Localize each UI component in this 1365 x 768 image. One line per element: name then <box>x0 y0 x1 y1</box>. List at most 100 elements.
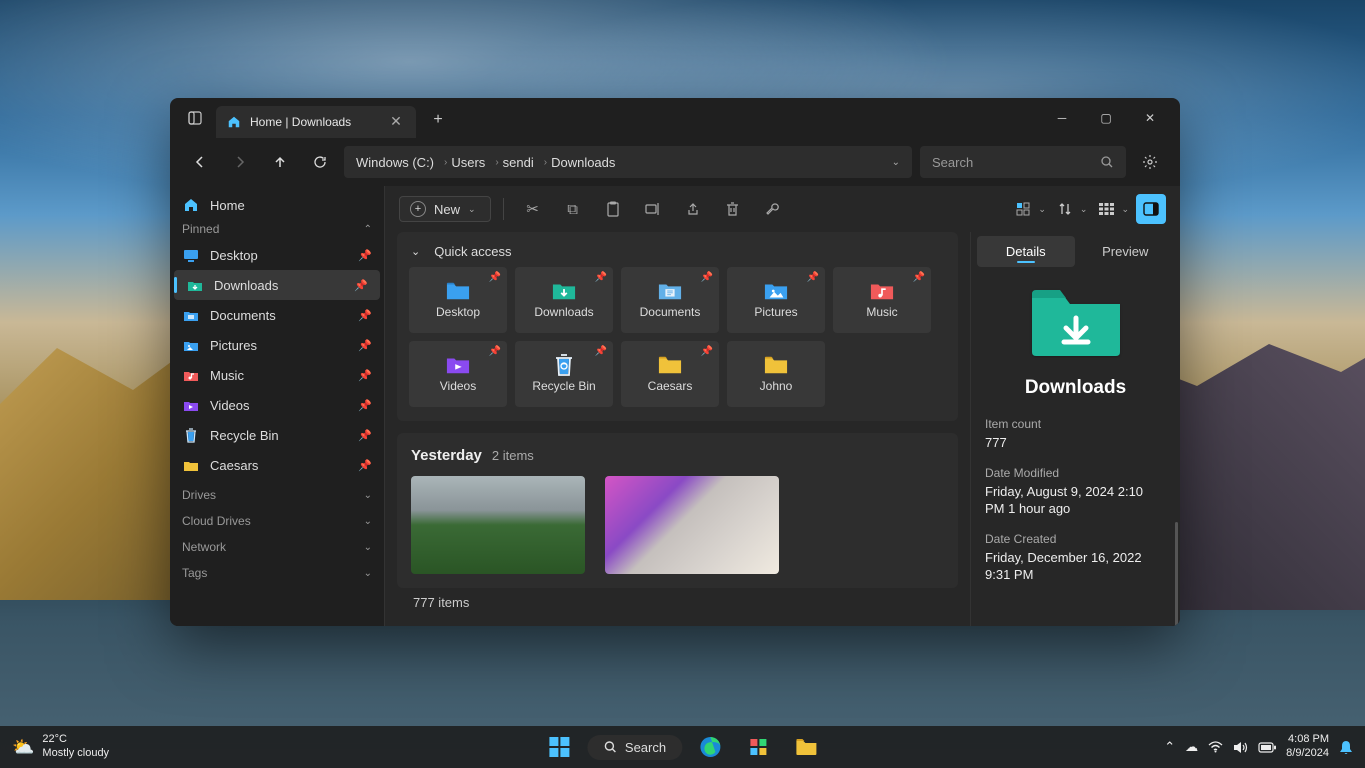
settings-button[interactable] <box>1134 146 1166 178</box>
quick-access-downloads[interactable]: 📌Downloads <box>515 267 613 333</box>
file-thumbnail[interactable] <box>605 476 779 574</box>
folder-icon <box>182 336 200 354</box>
sidebar-item-label: Caesars <box>210 458 258 473</box>
pin-icon[interactable]: 📌 <box>489 346 501 357</box>
details-pane-toggle[interactable] <box>1136 194 1166 224</box>
detail-value: Friday, December 16, 2022 9:31 PM <box>985 549 1166 584</box>
taskbar-search[interactable]: Search <box>587 735 682 760</box>
chevron-down-icon: ⌄ <box>364 542 372 553</box>
pin-icon[interactable]: 📌 <box>913 272 925 283</box>
tab-downloads[interactable]: Home | Downloads ✕ <box>216 106 416 138</box>
cut-button[interactable]: ✂ <box>516 193 550 225</box>
select-button[interactable] <box>1011 193 1035 225</box>
quick-access-music[interactable]: 📌Music <box>833 267 931 333</box>
pin-icon[interactable]: 📌 <box>595 272 607 283</box>
pin-icon[interactable]: 📌 <box>358 429 372 442</box>
new-tab-button[interactable]: + <box>424 111 452 129</box>
tab-actions-icon[interactable] <box>178 102 212 134</box>
quick-access-videos[interactable]: 📌Videos <box>409 341 507 407</box>
pin-icon[interactable]: 📌 <box>358 339 372 352</box>
minimize-button[interactable]: ─ <box>1040 102 1084 134</box>
titlebar[interactable]: Home | Downloads ✕ + ─ ▢ ✕ <box>170 98 1180 138</box>
system-tray: ⌃ ☁ 4:08 PM 8/9/2024 <box>1164 733 1353 761</box>
sidebar-item-caesars[interactable]: Caesars 📌 <box>170 450 384 480</box>
tray-battery-icon[interactable] <box>1258 742 1276 753</box>
sidebar-section-pinned[interactable]: Pinned ⌃ <box>170 220 384 240</box>
pin-icon[interactable]: 📌 <box>358 399 372 412</box>
sidebar-item-documents[interactable]: Documents📌 <box>170 300 384 330</box>
pin-icon[interactable]: 📌 <box>701 346 713 357</box>
sidebar-item-downloads[interactable]: Downloads📌 <box>174 270 380 300</box>
breadcrumb-segment[interactable]: Users <box>451 155 485 170</box>
up-button[interactable] <box>264 146 296 178</box>
chevron-down-icon[interactable]: ⌄ <box>1038 204 1046 215</box>
maximize-button[interactable]: ▢ <box>1084 102 1128 134</box>
breadcrumb-segment[interactable]: sendi <box>503 155 534 170</box>
quick-access-recycle-bin[interactable]: 📌Recycle Bin <box>515 341 613 407</box>
taskbar-edge-icon[interactable] <box>690 730 730 764</box>
folder-icon <box>1028 287 1124 359</box>
pin-icon[interactable]: 📌 <box>358 249 372 262</box>
chevron-down-icon[interactable]: ⌄ <box>892 157 900 168</box>
quick-access-johno[interactable]: Johno <box>727 341 825 407</box>
pin-icon[interactable]: 📌 <box>807 272 819 283</box>
chevron-down-icon[interactable]: ⌄ <box>1080 204 1088 215</box>
pin-icon[interactable]: 📌 <box>358 309 372 322</box>
file-thumbnail[interactable] <box>411 476 585 574</box>
sidebar-home[interactable]: Home <box>170 190 384 220</box>
search-input[interactable]: Search <box>920 146 1126 178</box>
quick-access-desktop[interactable]: 📌Desktop <box>409 267 507 333</box>
tray-volume-icon[interactable] <box>1233 741 1248 754</box>
start-button[interactable] <box>539 730 579 764</box>
sidebar-item-music[interactable]: Music📌 <box>170 360 384 390</box>
share-button[interactable] <box>676 193 710 225</box>
weather-cond: Mostly cloudy <box>42 747 109 761</box>
forward-button[interactable] <box>224 146 256 178</box>
paste-button[interactable] <box>596 193 630 225</box>
tab-details[interactable]: Details <box>977 236 1075 267</box>
breadcrumb-segment[interactable]: Downloads <box>551 155 615 170</box>
sidebar-item-desktop[interactable]: Desktop📌 <box>170 240 384 270</box>
quick-access-pictures[interactable]: 📌Pictures <box>727 267 825 333</box>
tray-notifications-icon[interactable] <box>1339 740 1353 755</box>
delete-button[interactable] <box>716 193 750 225</box>
pin-icon[interactable]: 📌 <box>595 346 607 357</box>
new-button[interactable]: + New ⌄ <box>399 196 491 222</box>
close-tab-icon[interactable]: ✕ <box>386 113 406 130</box>
copy-button[interactable]: ⧉ <box>556 193 590 225</box>
pin-icon[interactable]: 📌 <box>358 369 372 382</box>
rename-button[interactable] <box>636 193 670 225</box>
close-button[interactable]: ✕ <box>1128 102 1172 134</box>
sidebar-section-network[interactable]: Network⌄ <box>170 532 384 558</box>
sidebar-item-recycle-bin[interactable]: Recycle Bin📌 <box>170 420 384 450</box>
tray-chevron-icon[interactable]: ⌃ <box>1164 739 1175 755</box>
pin-icon[interactable]: 📌 <box>701 272 713 283</box>
sidebar-section-drives[interactable]: Drives⌄ <box>170 480 384 506</box>
quick-access-caesars[interactable]: 📌Caesars <box>621 341 719 407</box>
pin-icon[interactable]: 📌 <box>354 279 368 292</box>
taskbar-clock[interactable]: 4:08 PM 8/9/2024 <box>1286 733 1329 761</box>
sidebar-section-tags[interactable]: Tags⌄ <box>170 558 384 584</box>
sidebar-item-videos[interactable]: Videos📌 <box>170 390 384 420</box>
quick-access-header[interactable]: ⌄ Quick access <box>409 240 946 267</box>
weather-widget[interactable]: ⛅ 22°C Mostly cloudy <box>12 733 109 761</box>
taskbar-app-icon[interactable] <box>738 730 778 764</box>
quick-access-documents[interactable]: 📌Documents <box>621 267 719 333</box>
properties-button[interactable] <box>756 193 790 225</box>
sort-button[interactable] <box>1053 193 1077 225</box>
tray-wifi-icon[interactable] <box>1208 741 1223 753</box>
sidebar-section-cloud-drives[interactable]: Cloud Drives⌄ <box>170 506 384 532</box>
back-button[interactable] <box>184 146 216 178</box>
tab-preview[interactable]: Preview <box>1077 236 1175 267</box>
chevron-down-icon[interactable]: ⌄ <box>1121 204 1129 215</box>
refresh-button[interactable] <box>304 146 336 178</box>
tray-onedrive-icon[interactable]: ☁ <box>1185 739 1198 755</box>
breadcrumb[interactable]: Windows (C:)› Users› sendi› Downloads ⌄ <box>344 146 912 178</box>
taskbar-explorer-icon[interactable] <box>786 730 826 764</box>
breadcrumb-segment[interactable]: Windows (C:) <box>356 155 434 170</box>
sidebar-item-pictures[interactable]: Pictures📌 <box>170 330 384 360</box>
pin-icon[interactable]: 📌 <box>489 272 501 283</box>
pin-icon[interactable]: 📌 <box>358 459 372 472</box>
layout-button[interactable] <box>1094 193 1118 225</box>
scrollbar[interactable] <box>1175 522 1178 626</box>
